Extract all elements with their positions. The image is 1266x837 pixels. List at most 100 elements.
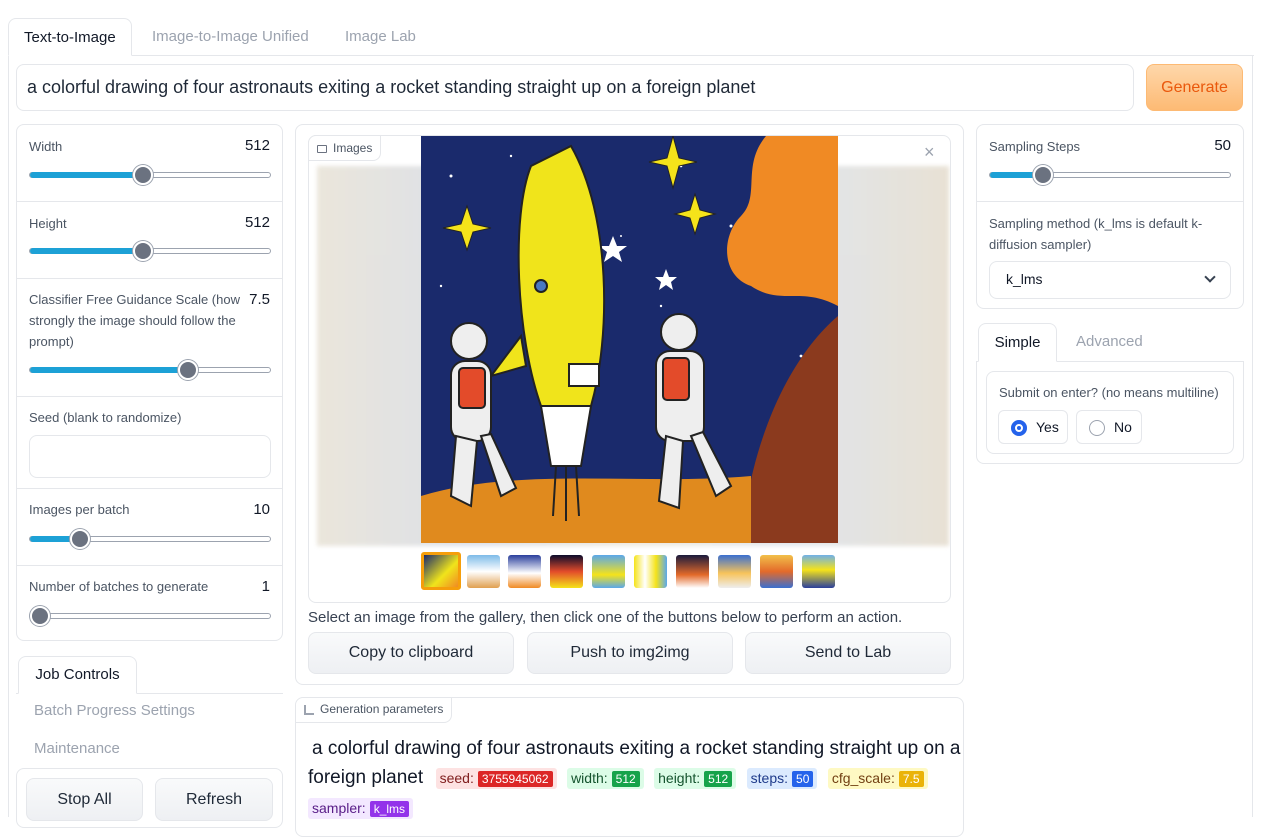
- radio-yes[interactable]: Yes: [998, 410, 1068, 444]
- image-icon: [317, 144, 327, 153]
- cfg-scale-value[interactable]: 7.5: [249, 291, 270, 308]
- sampling-steps-slider[interactable]: [989, 165, 1231, 185]
- gallery-thumbnail[interactable]: [592, 555, 625, 588]
- cfg-scale-chip-label: cfg_scale:: [831, 769, 895, 786]
- height-chip: height: 512: [654, 767, 737, 789]
- number-of-batches-slider-handle[interactable]: [29, 606, 50, 626]
- tab-text-to-image[interactable]: Text-to-Image: [8, 18, 132, 56]
- images-per-batch-slider[interactable]: [29, 529, 271, 549]
- height-value[interactable]: 512: [245, 214, 270, 231]
- gallery-thumbnail[interactable]: [718, 555, 751, 588]
- batch-progress-settings-tab[interactable]: Batch Progress Settings: [34, 702, 195, 719]
- cfg-scale-slider-fill: [30, 367, 189, 373]
- sampler-chip-label: sampler:: [312, 800, 366, 816]
- settings-panel: Width 512 Height 512 Classifier Free Gui…: [16, 124, 283, 641]
- cfg-scale-chip: cfg_scale: 7.5: [827, 767, 928, 789]
- frame-border-left: [8, 55, 9, 817]
- stop-all-button[interactable]: Stop All: [26, 778, 143, 821]
- parameters-icon: [304, 704, 314, 715]
- radio-unselected-icon: [1089, 420, 1105, 436]
- generated-image[interactable]: [421, 136, 838, 543]
- push-to-img2img-button[interactable]: Push to img2img: [527, 632, 733, 674]
- width-value[interactable]: 512: [245, 137, 270, 154]
- width-slider[interactable]: [29, 165, 271, 185]
- gallery-thumbnail[interactable]: [467, 555, 500, 588]
- gallery-thumbnail[interactable]: [634, 555, 667, 588]
- divider: [17, 565, 282, 566]
- seed-input[interactable]: [29, 435, 271, 478]
- height-slider-fill: [30, 248, 143, 254]
- seed-chip: seed: 3755945062: [435, 767, 557, 789]
- cfg-scale-label: Classifier Free Guidance Scale (how stro…: [29, 292, 240, 349]
- height-slider-handle[interactable]: [132, 241, 153, 261]
- gallery-thumbnail[interactable]: [676, 555, 709, 588]
- sampling-steps-slider-handle[interactable]: [1032, 165, 1053, 185]
- gallery-thumbnail[interactable]: [760, 555, 793, 588]
- sampling-steps-label: Sampling Steps: [989, 139, 1081, 154]
- steps-chip: steps: 50: [746, 767, 818, 789]
- submit-on-enter-label: Submit on enter? (no means multiline): [999, 385, 1219, 400]
- radio-no-label: No: [1114, 419, 1132, 435]
- prompt-input[interactable]: a colorful drawing of four astronauts ex…: [16, 64, 1134, 111]
- close-icon[interactable]: ×: [924, 142, 935, 162]
- divider: [17, 488, 282, 489]
- maintenance-tab[interactable]: Maintenance: [34, 740, 120, 757]
- steps-chip-value: 50: [792, 770, 814, 787]
- width-label: Width: [29, 139, 63, 154]
- divider: [977, 201, 1243, 202]
- sampling-method-value: k_lms: [1006, 271, 1043, 287]
- gallery-thumbnail[interactable]: [802, 555, 835, 588]
- gallery-instruction: Select an image from the gallery, then c…: [308, 609, 903, 626]
- sampling-steps-value[interactable]: 50: [1214, 137, 1231, 154]
- width-chip: width: 512: [567, 767, 644, 789]
- sampling-method-select[interactable]: k_lms: [989, 261, 1231, 299]
- width-slider-fill: [30, 172, 143, 178]
- generation-parameters-label: Generation parameters: [296, 698, 453, 723]
- divider: [17, 396, 282, 397]
- job-controls-tab[interactable]: Job Controls: [18, 656, 137, 694]
- images-label: Images: [308, 135, 382, 161]
- cfg-scale-slider[interactable]: [29, 360, 271, 380]
- height-slider[interactable]: [29, 241, 271, 261]
- number-of-batches-label: Number of batches to generate: [29, 579, 209, 594]
- frame-border-right: [1252, 55, 1253, 817]
- gallery-thumbnail[interactable]: [550, 555, 583, 588]
- gallery-thumbnail[interactable]: [421, 552, 461, 590]
- divider: [17, 201, 282, 202]
- images-per-batch-value[interactable]: 10: [253, 501, 270, 518]
- seed-chip-label: seed:: [439, 769, 474, 786]
- cfg-scale-chip-value: 7.5: [898, 770, 924, 787]
- tab-image-lab[interactable]: Image Lab: [345, 18, 416, 56]
- width-slider-handle[interactable]: [132, 165, 153, 185]
- height-label: Height: [29, 216, 67, 231]
- generate-button[interactable]: Generate: [1146, 64, 1243, 111]
- radio-yes-label: Yes: [1036, 419, 1059, 435]
- number-of-batches-value[interactable]: 1: [262, 578, 270, 595]
- images-label-text: Images: [333, 141, 373, 155]
- sampling-panel: Sampling Steps 50 Sampling method (k_lms…: [976, 124, 1244, 309]
- images-per-batch-slider-handle[interactable]: [70, 529, 91, 549]
- tab-advanced[interactable]: Advanced: [1076, 333, 1143, 350]
- sampler-chip-value: k_lms: [369, 801, 410, 817]
- gallery-thumbnail[interactable]: [508, 555, 541, 588]
- radio-no[interactable]: No: [1076, 410, 1142, 444]
- height-chip-value: 512: [704, 770, 733, 787]
- params-prompt-line1: a colorful drawing of four astronauts ex…: [312, 738, 961, 759]
- tab-simple[interactable]: Simple: [978, 323, 1057, 362]
- tab-image-to-image-unified[interactable]: Image-to-Image Unified: [152, 18, 309, 56]
- send-to-lab-button[interactable]: Send to Lab: [745, 632, 951, 674]
- params-line3: sampler: k_lms: [308, 798, 419, 819]
- cfg-scale-slider-handle[interactable]: [178, 360, 199, 380]
- number-of-batches-slider[interactable]: [29, 606, 271, 626]
- copy-to-clipboard-button[interactable]: Copy to clipboard: [308, 632, 514, 674]
- width-chip-value: 512: [611, 770, 640, 787]
- tab-divider: [8, 55, 1254, 56]
- sampler-chip: sampler: k_lms: [308, 798, 414, 819]
- params-line2: foreign planet seed: 3755945062 width: 512…: [308, 767, 934, 789]
- seed-label: Seed (blank to randomize): [29, 410, 182, 425]
- params-prompt-line2: foreign planet: [308, 767, 424, 788]
- width-chip-label: width:: [571, 769, 608, 786]
- images-per-batch-label: Images per batch: [29, 502, 130, 517]
- divider: [17, 278, 282, 279]
- refresh-button[interactable]: Refresh: [155, 778, 273, 821]
